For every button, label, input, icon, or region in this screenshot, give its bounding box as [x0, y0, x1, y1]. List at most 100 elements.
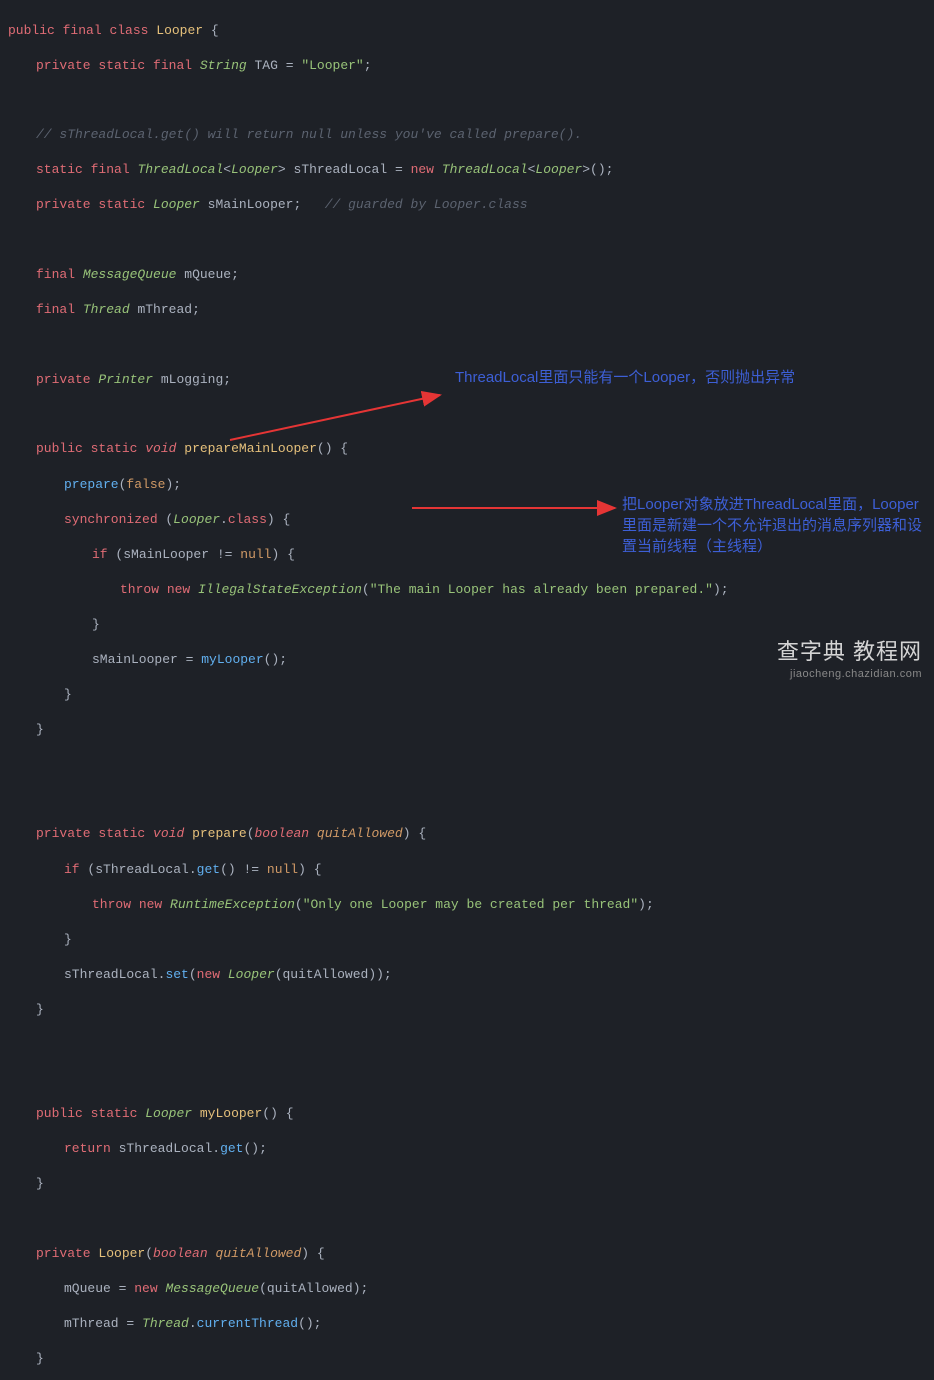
token: quitAllowed — [283, 967, 369, 982]
code-line: public static Looper myLooper() { — [8, 1105, 926, 1123]
token: String — [200, 58, 247, 73]
token: public — [8, 23, 55, 38]
token: sMainLooper — [208, 197, 294, 212]
token: } — [64, 687, 72, 702]
token: if — [64, 862, 80, 877]
method-name: myLooper — [200, 1106, 262, 1121]
token: private — [36, 58, 91, 73]
token: } — [36, 1351, 44, 1366]
token: sThreadLocal — [95, 862, 189, 877]
blank-line — [8, 1036, 926, 1053]
token: "Looper" — [301, 58, 363, 73]
code-line: // sThreadLocal.get() will return null u… — [8, 126, 926, 144]
token: quitAllowed — [267, 1281, 353, 1296]
token: < — [223, 162, 231, 177]
token: ( — [259, 1281, 267, 1296]
token: sMainLooper — [92, 652, 178, 667]
watermark-url: jiaocheng.chazidian.com — [777, 667, 922, 682]
token: = — [278, 58, 301, 73]
token: RuntimeException — [170, 897, 295, 912]
token: = — [111, 1281, 134, 1296]
token: throw — [120, 582, 159, 597]
blank-line — [8, 406, 926, 423]
token: class — [109, 23, 148, 38]
token: )); — [368, 967, 391, 982]
code-line: mThread = Thread.currentThread(); — [8, 1315, 926, 1333]
token: quitAllowed — [317, 826, 403, 841]
token: new — [139, 897, 162, 912]
token: (); — [243, 1141, 266, 1156]
code-line: } — [8, 686, 926, 704]
token: static — [36, 162, 83, 177]
token: () — [220, 862, 236, 877]
token: get — [197, 862, 220, 877]
token: sThreadLocal — [119, 1141, 213, 1156]
code-line: prepare(false); — [8, 476, 926, 494]
token: != — [236, 862, 267, 877]
token: ); — [638, 897, 654, 912]
token: = — [387, 162, 410, 177]
code-line: final MessageQueue mQueue; — [8, 266, 926, 284]
token: ( — [295, 897, 303, 912]
token: mQueue — [64, 1281, 111, 1296]
token: class — [228, 512, 267, 527]
token: Printer — [98, 372, 153, 387]
code-line: throw new RuntimeException("Only one Loo… — [8, 896, 926, 914]
blank-line — [8, 756, 926, 773]
token: ( — [362, 582, 370, 597]
token: > — [278, 162, 286, 177]
token: final — [36, 302, 75, 317]
token: ); — [713, 582, 729, 597]
token: sThreadLocal — [64, 967, 158, 982]
token: get — [220, 1141, 243, 1156]
token: Looper — [535, 162, 582, 177]
token: Looper — [228, 967, 275, 982]
code-line: } — [8, 1175, 926, 1193]
token: ) { — [403, 826, 426, 841]
blank-line — [8, 232, 926, 249]
token: final — [36, 267, 75, 282]
token: private — [36, 372, 91, 387]
token: = — [119, 1316, 142, 1331]
watermark: 查字典 教程网 jiaocheng.chazidian.com — [777, 637, 922, 682]
token: ) { — [298, 862, 321, 877]
token: ( — [158, 512, 174, 527]
method-name: prepare — [192, 826, 247, 841]
token: { — [203, 23, 219, 38]
token: ; — [364, 58, 372, 73]
token: } — [64, 932, 72, 947]
token: IllegalStateException — [198, 582, 362, 597]
token: . — [212, 1141, 220, 1156]
code-line: } — [8, 616, 926, 634]
code-line: private static void prepare(boolean quit… — [8, 825, 926, 843]
token: ) { — [301, 1246, 324, 1261]
token: private — [36, 197, 91, 212]
token: > — [582, 162, 590, 177]
token: new — [167, 582, 190, 597]
token: mThread — [64, 1316, 119, 1331]
token: ( — [275, 967, 283, 982]
token: ThreadLocal — [137, 162, 223, 177]
code-line: public static void prepareMainLooper() { — [8, 440, 926, 458]
code-line: if (sMainLooper != null) { — [8, 546, 926, 564]
token: "The main Looper has already been prepar… — [370, 582, 713, 597]
token: synchronized — [64, 512, 158, 527]
token: Thread — [142, 1316, 189, 1331]
token: boolean — [153, 1246, 208, 1261]
token: ( — [189, 967, 197, 982]
token: } — [36, 722, 44, 737]
token: static — [98, 197, 145, 212]
code-line: private static Looper sMainLooper; // gu… — [8, 196, 926, 214]
code-line: throw new IllegalStateException("The mai… — [8, 581, 926, 599]
token: void — [145, 441, 176, 456]
token: new — [411, 162, 434, 177]
token: . — [189, 1316, 197, 1331]
token: "Only one Looper may be created per thre… — [303, 897, 638, 912]
token: ; — [223, 372, 231, 387]
code-line: public final class Looper { — [8, 22, 926, 40]
token: mLogging — [161, 372, 223, 387]
token: ) { — [271, 547, 294, 562]
token: Looper — [173, 512, 220, 527]
token: (); — [590, 162, 613, 177]
token: static — [98, 826, 145, 841]
